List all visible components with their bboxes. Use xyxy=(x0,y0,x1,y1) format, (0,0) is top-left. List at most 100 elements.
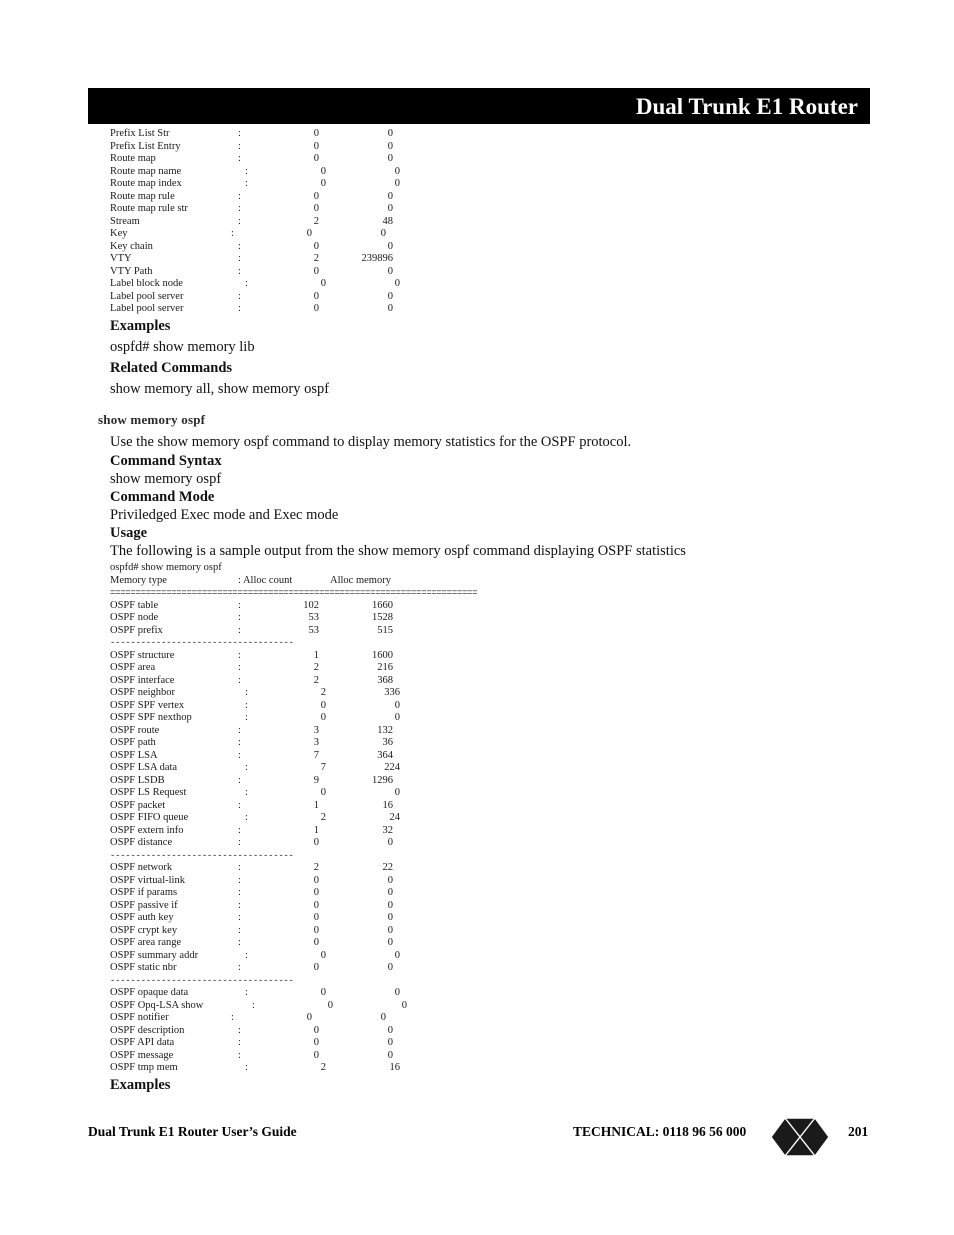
memory-stat-alloc-count: 0 xyxy=(320,787,326,798)
memory-stat-label: Label pool server xyxy=(110,290,184,302)
memory-stat-label: Label pool server xyxy=(110,303,184,314)
memory-stat-colon: : xyxy=(238,887,241,898)
memory-stat-row: Route map: 0 0 xyxy=(110,153,440,166)
memory-stat-row: OSPF neighbor: 2 336 xyxy=(110,687,510,700)
table-dashed-rule: ------------------------------------ xyxy=(110,850,294,861)
memory-stat-label: Key xyxy=(110,228,128,239)
memory-stat-row: OSPF SPF vertex: 0 0 xyxy=(110,700,510,713)
memory-stat-alloc-memory: 0 xyxy=(387,128,393,139)
memory-stat-colon: : xyxy=(238,140,241,152)
memory-stat-alloc-memory: 239896 xyxy=(361,253,394,264)
memory-stat-row: Route map rule str: 0 0 xyxy=(110,203,440,216)
memory-stat-alloc-memory: 0 xyxy=(394,278,400,289)
lib-example-command: ospfd# show memory lib xyxy=(110,339,255,355)
memory-stat-colon: : xyxy=(245,178,248,189)
memory-stat-row: OSPF area range: 0 0 xyxy=(110,937,510,950)
memory-stat-alloc-memory: 0 xyxy=(394,787,400,798)
memory-stat-alloc-memory: 0 xyxy=(387,874,393,886)
memory-stat-alloc-count: 0 xyxy=(313,128,319,139)
memory-stat-alloc-memory: 0 xyxy=(387,924,393,936)
memory-stat-row: OSPF LSA: 7 364 xyxy=(110,750,510,763)
memory-stat-row: Label pool server: 0 0 xyxy=(110,303,440,316)
memory-stat-colon: : xyxy=(238,190,241,202)
memory-stat-row: Prefix List Entry: 0 0 xyxy=(110,141,440,154)
memory-stat-colon: : xyxy=(238,662,241,673)
memory-stat-alloc-count: 0 xyxy=(313,290,319,302)
table-dashed-rule: ------------------------------------ xyxy=(110,975,294,986)
memory-stat-colon: : xyxy=(238,240,241,252)
memory-stat-label: OSPF area xyxy=(110,662,156,673)
memory-stat-alloc-memory: 0 xyxy=(387,937,393,948)
memory-stat-alloc-count: 1 xyxy=(313,649,319,661)
memory-stat-row: OSPF extern info: 1 32 xyxy=(110,825,510,838)
memory-stat-row: OSPF path: 3 36 xyxy=(110,737,510,750)
memory-stat-row: OSPF virtual-link: 0 0 xyxy=(110,875,510,888)
lib-related-commands-text: show memory all, show memory ospf xyxy=(110,381,330,397)
memory-stat-colon: : xyxy=(238,962,241,973)
memory-stat-colon: : xyxy=(238,924,241,936)
lib-examples-heading: Examples xyxy=(110,318,171,334)
memory-stat-row: OSPF table: 102 1660 xyxy=(110,600,510,613)
memory-stat-colon: : xyxy=(238,624,241,636)
memory-stat-alloc-count: 2 xyxy=(313,862,319,873)
memory-stat-alloc-memory: 48 xyxy=(382,215,394,227)
memory-stat-colon: : xyxy=(238,128,241,139)
memory-stat-alloc-memory: 364 xyxy=(377,749,393,761)
memory-stat-row: OSPF auth key: 0 0 xyxy=(110,912,510,925)
memory-stat-alloc-memory: 0 xyxy=(394,949,400,961)
memory-stat-row: OSPF SPF nexthop: 0 0 xyxy=(110,712,510,725)
memory-stat-row: Route map rule: 0 0 xyxy=(110,191,440,204)
memory-stat-row: OSPF description: 0 0 xyxy=(110,1025,510,1038)
ospf-command-mode-heading: Command Mode xyxy=(110,489,215,505)
memory-stat-alloc-memory: 1296 xyxy=(372,774,393,786)
memory-stat-alloc-memory: 216 xyxy=(377,662,393,673)
memory-stat-alloc-count: 0 xyxy=(313,203,319,214)
memory-stat-alloc-memory: 0 xyxy=(387,912,393,923)
memory-stat-row: Label block node: 0 0 xyxy=(110,278,440,291)
memory-stat-label: Route map rule str xyxy=(110,203,188,214)
memory-stat-alloc-count: 0 xyxy=(327,999,333,1011)
memory-stat-alloc-count: 0 xyxy=(306,1012,312,1023)
memory-stat-label: Route map index xyxy=(110,178,182,189)
ospf-command-syntax-text: show memory ospf xyxy=(110,471,222,487)
table-dashed-rule: ------------------------------------ xyxy=(110,638,294,648)
memory-stat-colon: : xyxy=(245,949,248,961)
table-double-rule: ========================================… xyxy=(110,588,478,598)
memory-stat-colon: : xyxy=(245,278,248,289)
memory-stat-alloc-memory: 0 xyxy=(387,265,393,277)
footer-guide-title: Dual Trunk E1 Router User’s Guide xyxy=(88,1124,297,1139)
footer-page-number: 201 xyxy=(848,1124,869,1139)
memory-stat-alloc-count: 102 xyxy=(303,599,319,611)
memory-stat-label: OSPF message xyxy=(110,1049,174,1061)
memory-stat-alloc-memory: 16 xyxy=(389,1062,401,1073)
memory-stat-colon: : xyxy=(238,215,241,227)
memory-stat-row: Label pool server: 0 0 xyxy=(110,291,440,304)
memory-stat-alloc-memory: 24 xyxy=(389,812,401,823)
ospf-examples-heading: Examples xyxy=(110,1077,171,1093)
memory-stat-label: Route map rule xyxy=(110,190,175,202)
memory-stat-label: OSPF if params xyxy=(110,887,178,898)
memory-stat-row: OSPF distance: 0 0 xyxy=(110,837,510,850)
memory-stat-alloc-count: 0 xyxy=(313,899,319,911)
memory-stat-label: OSPF LSA xyxy=(110,749,158,761)
memory-stat-alloc-memory: 0 xyxy=(387,962,393,973)
memory-stat-row: OSPF LSDB: 9 1296 xyxy=(110,775,510,788)
memory-stat-label: OSPF distance xyxy=(110,837,173,848)
lib-related-commands-heading: Related Commands xyxy=(110,360,233,376)
memory-stat-row: OSPF summary addr: 0 0 xyxy=(110,950,510,963)
memory-stat-colon: : xyxy=(238,1049,241,1061)
memory-stat-alloc-count: 9 xyxy=(313,774,319,786)
memory-stat-alloc-memory: 16 xyxy=(382,799,394,811)
memory-stat-row: Key: 0 0 xyxy=(110,228,440,241)
memory-stat-alloc-count: 0 xyxy=(313,962,319,973)
memory-stat-alloc-memory: 0 xyxy=(394,699,400,711)
memory-stat-label: VTY Path xyxy=(110,265,153,277)
memory-stat-row: OSPF FIFO queue: 2 24 xyxy=(110,812,510,825)
memory-stat-row: OSPF route: 3 132 xyxy=(110,725,510,738)
memory-stat-alloc-count: 0 xyxy=(320,712,326,723)
memory-stat-colon: : xyxy=(238,774,241,786)
memory-stat-alloc-memory: 336 xyxy=(384,687,400,698)
ospf-usage-heading: Usage xyxy=(110,525,148,541)
memory-stat-label: OSPF tmp mem xyxy=(110,1062,178,1073)
memory-stat-colon: : xyxy=(238,737,241,748)
